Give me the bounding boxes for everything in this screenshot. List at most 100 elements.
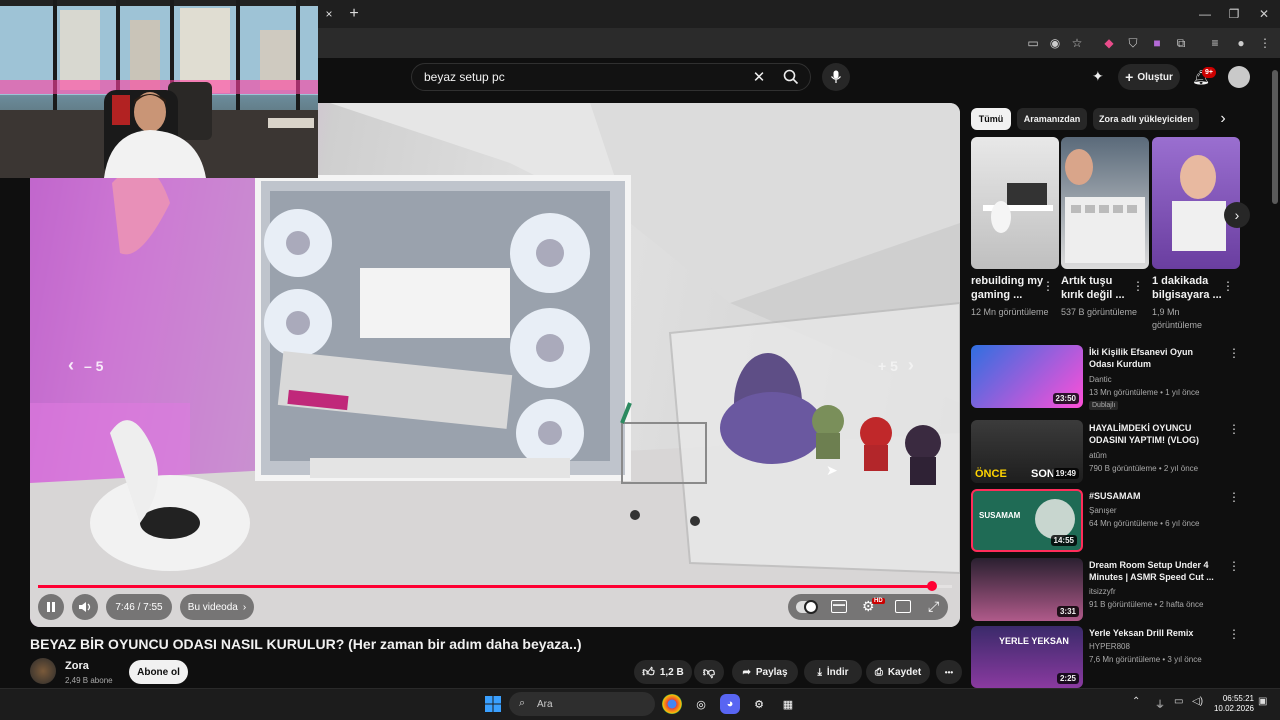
recommendation-title[interactable]: HAYALİMDEKİ OYUNCU ODASINI YAPTIM! (VLOG… bbox=[1089, 422, 1219, 446]
recommendation-menu-icon[interactable]: ⋮ bbox=[1228, 422, 1240, 436]
autoplay-toggle[interactable] bbox=[796, 600, 818, 614]
progress-bar[interactable] bbox=[38, 581, 952, 591]
dislike-button[interactable]: 👎︎ bbox=[694, 660, 724, 684]
chip-from-uploader[interactable]: Zora adlı yükleyiciden bbox=[1093, 108, 1199, 130]
duration-badge: 23:50 bbox=[1052, 393, 1079, 404]
fullscreen-icon[interactable]: ⤢ bbox=[928, 598, 939, 615]
menu-icon[interactable]: ⋮ bbox=[1256, 34, 1274, 52]
create-button[interactable]: + Oluştur bbox=[1118, 64, 1180, 90]
recommendation-title[interactable]: Dream Room Setup Under 4 Minutes | ASMR … bbox=[1089, 559, 1219, 583]
discord-icon[interactable]: ◕ bbox=[720, 694, 740, 714]
short-title[interactable]: 1 dakikada bilgisayara ... bbox=[1152, 274, 1228, 302]
recommendation-thumbnail[interactable]: 3:31 bbox=[971, 558, 1083, 621]
speaker-icon[interactable]: ◁) bbox=[1192, 696, 1203, 707]
cast-icon[interactable]: ✦ bbox=[1092, 68, 1104, 85]
like-button[interactable]: 👍︎ 1,2 B bbox=[634, 660, 692, 684]
webcam-overlay bbox=[0, 0, 318, 178]
captions-icon[interactable]: ▬▬ bbox=[831, 600, 847, 613]
save-label: Kaydet bbox=[887, 666, 922, 678]
chapters-button[interactable]: Bu videoda › bbox=[180, 594, 254, 620]
rewind-indicator[interactable]: ‹ – 5 bbox=[68, 355, 103, 376]
share-button[interactable]: ➦ Paylaş bbox=[732, 660, 798, 684]
recommendation-channel[interactable]: HYPER808 bbox=[1089, 642, 1130, 651]
minimize-button[interactable]: — bbox=[1195, 4, 1215, 24]
short-title[interactable]: Artık tuşu kırık değil ... bbox=[1061, 274, 1137, 302]
volume-button[interactable] bbox=[72, 594, 98, 620]
calculator-icon[interactable]: ▦ bbox=[778, 694, 798, 714]
progress-scrubber[interactable] bbox=[926, 581, 937, 591]
shield-icon[interactable]: ⛉ bbox=[1124, 34, 1142, 52]
short-menu-icon[interactable]: ⋮ bbox=[1132, 279, 1144, 293]
puzzle-icon[interactable]: ⧉ bbox=[1172, 34, 1190, 52]
account-avatar[interactable] bbox=[1228, 66, 1250, 88]
chrome-icon[interactable] bbox=[662, 694, 682, 714]
chip-all[interactable]: Tümü bbox=[971, 108, 1011, 130]
taskbar-clock[interactable]: 06:55:21 10.02.2026 bbox=[1210, 694, 1254, 714]
notification-center-icon[interactable]: ▣ bbox=[1258, 696, 1267, 707]
network-icon[interactable]: ▭ bbox=[1174, 696, 1183, 707]
short-menu-icon[interactable]: ⋮ bbox=[1222, 279, 1234, 293]
subscribe-button[interactable]: Abone ol bbox=[129, 660, 188, 684]
channel-name[interactable]: Zora bbox=[65, 660, 89, 672]
short-thumbnail[interactable] bbox=[971, 137, 1059, 269]
tab-close-button[interactable]: × bbox=[318, 2, 340, 26]
bookmark-icon: ⎙ bbox=[874, 666, 883, 678]
short-thumb-art bbox=[1065, 149, 1145, 263]
short-thumbnail[interactable] bbox=[1152, 137, 1240, 269]
recommendation-title[interactable]: Yerle Yeksan Drill Remix bbox=[1089, 627, 1219, 639]
duration-badge: 2:25 bbox=[1056, 673, 1079, 684]
short-menu-icon[interactable]: ⋮ bbox=[1042, 279, 1054, 293]
chip-from-search[interactable]: Aramanızdan bbox=[1017, 108, 1087, 130]
windows-start-icon[interactable] bbox=[483, 694, 503, 714]
search-button[interactable] bbox=[772, 63, 810, 91]
close-window-button[interactable]: ✕ bbox=[1254, 4, 1274, 24]
profile-icon[interactable]: ● bbox=[1232, 34, 1250, 52]
recommendation-menu-icon[interactable]: ⋮ bbox=[1228, 490, 1240, 504]
recommendation-channel[interactable]: Şanışer bbox=[1089, 506, 1117, 515]
steam-like-icon[interactable]: ◎ bbox=[691, 694, 711, 714]
extension-a-icon[interactable]: ◆ bbox=[1100, 34, 1118, 52]
short-thumbnail[interactable] bbox=[1061, 137, 1149, 269]
media-icon[interactable]: ≡ bbox=[1206, 34, 1224, 52]
taskbar-search-input[interactable]: ⌕ Ara bbox=[509, 692, 655, 716]
new-tab-button[interactable]: + bbox=[344, 3, 364, 25]
pause-button[interactable] bbox=[38, 594, 64, 620]
channel-avatar[interactable] bbox=[30, 658, 56, 684]
chips-next-chevron-icon[interactable]: › bbox=[1214, 110, 1232, 128]
maximize-button[interactable]: ❐ bbox=[1224, 4, 1244, 24]
recommendation-menu-icon[interactable]: ⋮ bbox=[1228, 559, 1240, 573]
scrollbar-thumb[interactable] bbox=[1272, 70, 1278, 204]
voice-search-button[interactable] bbox=[822, 63, 850, 91]
recommendation-title[interactable]: İki Kişilik Efsanevi Oyun Odası Kurdum bbox=[1089, 346, 1219, 370]
short-title[interactable]: rebuilding my gaming ... bbox=[971, 274, 1047, 302]
recommendation-menu-icon[interactable]: ⋮ bbox=[1228, 346, 1240, 360]
recommendation-title[interactable]: #SUSAMAM bbox=[1089, 490, 1219, 502]
recommendation-menu-icon[interactable]: ⋮ bbox=[1228, 627, 1240, 641]
recommendation-channel[interactable]: itsizzyfr bbox=[1089, 587, 1116, 596]
recommendation-thumbnail[interactable]: ÖNCE SON 19:49 bbox=[971, 420, 1083, 483]
theater-mode-icon[interactable] bbox=[895, 600, 911, 613]
recommendation-channel[interactable]: atûm bbox=[1089, 451, 1107, 460]
star-icon[interactable]: ☆ bbox=[1068, 34, 1086, 52]
video-player[interactable]: ‹ – 5 + 5 › bbox=[30, 103, 960, 627]
extension-b-icon[interactable]: ■ bbox=[1148, 34, 1166, 52]
recommendation-thumbnail[interactable]: SUSAMAM 14:55 bbox=[971, 489, 1083, 552]
tray-chevron-up-icon[interactable]: ⌃ bbox=[1132, 696, 1140, 707]
microphone-tray-icon[interactable]: ⏚ bbox=[1155, 696, 1165, 711]
recommendation-thumbnail[interactable]: 23:50 bbox=[971, 345, 1083, 408]
thumb-text: SUSAMAM bbox=[979, 511, 1021, 520]
screen-share-icon[interactable]: ▭ bbox=[1024, 34, 1042, 52]
save-button[interactable]: ⎙ Kaydet bbox=[866, 660, 930, 684]
recommendation-channel[interactable]: Dantic bbox=[1089, 375, 1112, 384]
more-actions-button[interactable]: ••• bbox=[936, 660, 962, 684]
eye-off-icon[interactable]: ◉ bbox=[1046, 34, 1064, 52]
recommendation-thumbnail[interactable]: YERLE YEKSAN 2:25 bbox=[971, 626, 1083, 688]
hd-badge: HD bbox=[872, 598, 885, 604]
settings-app-icon[interactable]: ⚙ bbox=[749, 694, 769, 714]
like-count: 1,2 B bbox=[659, 666, 684, 678]
forward-indicator[interactable]: + 5 › bbox=[878, 355, 914, 376]
clear-search-icon[interactable]: ✕ bbox=[750, 66, 768, 88]
shorts-next-button[interactable]: › bbox=[1224, 202, 1250, 228]
download-button[interactable]: ⤓ İndir bbox=[804, 660, 862, 684]
search-query: beyaz setup pc bbox=[424, 70, 505, 84]
